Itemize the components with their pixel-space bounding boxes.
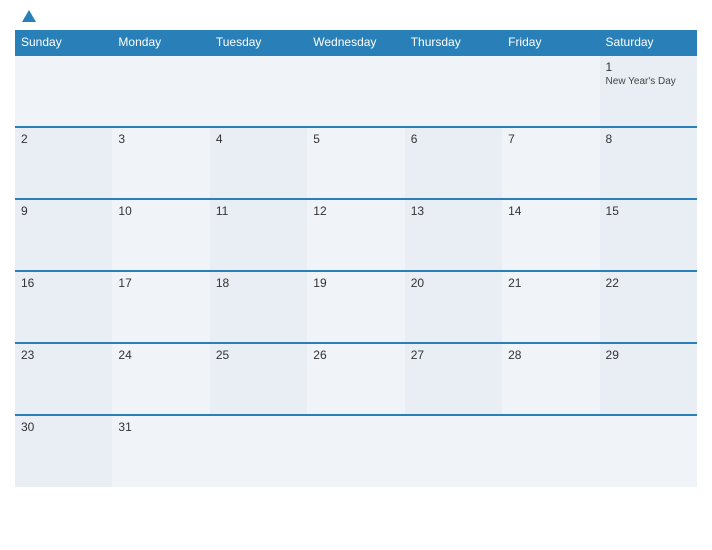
weekday-tuesday: Tuesday: [210, 30, 307, 55]
calendar-cell: 10: [112, 199, 209, 271]
logo: [19, 10, 36, 22]
calendar-cell: 22: [600, 271, 697, 343]
calendar-cell: 13: [405, 199, 502, 271]
calendar-cell: [600, 415, 697, 487]
week-row-2: 9 10 11 12 13 14 15: [15, 199, 697, 271]
calendar-cell: 27: [405, 343, 502, 415]
day-number: 22: [606, 276, 691, 290]
day-number: 25: [216, 348, 301, 362]
calendar-cell: 3: [112, 127, 209, 199]
day-number: 28: [508, 348, 593, 362]
calendar-cell: [307, 415, 404, 487]
week-row-0: 1 New Year's Day: [15, 55, 697, 127]
day-number: 20: [411, 276, 496, 290]
calendar-cell: 15: [600, 199, 697, 271]
day-number: 13: [411, 204, 496, 218]
calendar-cell: 19: [307, 271, 404, 343]
day-number: 19: [313, 276, 398, 290]
day-number: 11: [216, 204, 301, 218]
day-number: 4: [216, 132, 301, 146]
week-row-4: 23 24 25 26 27 28 29: [15, 343, 697, 415]
calendar-cell: 26: [307, 343, 404, 415]
day-number: 2: [21, 132, 106, 146]
calendar-cell: [405, 415, 502, 487]
calendar-cell: 11: [210, 199, 307, 271]
weekday-wednesday: Wednesday: [307, 30, 404, 55]
day-number: 10: [118, 204, 203, 218]
calendar-body: 1New Year's Day2345678910111213141516171…: [15, 55, 697, 487]
day-number: 23: [21, 348, 106, 362]
calendar-cell: 21: [502, 271, 599, 343]
calendar-cell: [112, 55, 209, 127]
day-number: 27: [411, 348, 496, 362]
calendar-cell: 20: [405, 271, 502, 343]
calendar-cell: [210, 55, 307, 127]
day-number: 17: [118, 276, 203, 290]
day-number: 12: [313, 204, 398, 218]
event-label: New Year's Day: [606, 76, 691, 87]
calendar-header: [15, 10, 697, 22]
calendar-cell: 25: [210, 343, 307, 415]
weekday-row: SundayMondayTuesdayWednesdayThursdayFrid…: [15, 30, 697, 55]
calendar-cell: [502, 55, 599, 127]
calendar-cell: 17: [112, 271, 209, 343]
calendar-header-row: SundayMondayTuesdayWednesdayThursdayFrid…: [15, 30, 697, 55]
calendar-cell: 7: [502, 127, 599, 199]
day-number: 1: [606, 60, 691, 74]
logo-triangle-icon: [22, 10, 36, 22]
weekday-friday: Friday: [502, 30, 599, 55]
weekday-monday: Monday: [112, 30, 209, 55]
day-number: 7: [508, 132, 593, 146]
day-number: 24: [118, 348, 203, 362]
day-number: 9: [21, 204, 106, 218]
day-number: 8: [606, 132, 691, 146]
calendar-cell: 2: [15, 127, 112, 199]
calendar-cell: 24: [112, 343, 209, 415]
weekday-sunday: Sunday: [15, 30, 112, 55]
calendar-cell: 4: [210, 127, 307, 199]
day-number: 18: [216, 276, 301, 290]
day-number: 29: [606, 348, 691, 362]
calendar-cell: [210, 415, 307, 487]
day-number: 5: [313, 132, 398, 146]
day-number: 3: [118, 132, 203, 146]
calendar-cell: 29: [600, 343, 697, 415]
calendar-container: SundayMondayTuesdayWednesdayThursdayFrid…: [0, 0, 712, 550]
calendar-cell: [405, 55, 502, 127]
day-number: 6: [411, 132, 496, 146]
calendar-cell: 5: [307, 127, 404, 199]
calendar-cell: 23: [15, 343, 112, 415]
calendar-cell: 16: [15, 271, 112, 343]
day-number: 14: [508, 204, 593, 218]
calendar-cell: 28: [502, 343, 599, 415]
calendar-cell: 31: [112, 415, 209, 487]
day-number: 15: [606, 204, 691, 218]
week-row-5: 30 31: [15, 415, 697, 487]
day-number: 31: [118, 420, 203, 434]
day-number: 16: [21, 276, 106, 290]
calendar-cell: 9: [15, 199, 112, 271]
logo-blue-text: [19, 10, 36, 22]
weekday-saturday: Saturday: [600, 30, 697, 55]
calendar-cell: 12: [307, 199, 404, 271]
calendar-cell: [15, 55, 112, 127]
calendar-cell: 30: [15, 415, 112, 487]
calendar-cell: [307, 55, 404, 127]
calendar-cell: 1 New Year's Day: [600, 55, 697, 127]
calendar-grid: SundayMondayTuesdayWednesdayThursdayFrid…: [15, 30, 697, 487]
day-number: 26: [313, 348, 398, 362]
calendar-cell: 8: [600, 127, 697, 199]
week-row-1: 2345678: [15, 127, 697, 199]
calendar-cell: 18: [210, 271, 307, 343]
calendar-cell: 14: [502, 199, 599, 271]
week-row-3: 16 17 18 19 20 21 22: [15, 271, 697, 343]
day-number: 30: [21, 420, 106, 434]
day-number: 21: [508, 276, 593, 290]
calendar-cell: 6: [405, 127, 502, 199]
calendar-cell: [502, 415, 599, 487]
weekday-thursday: Thursday: [405, 30, 502, 55]
